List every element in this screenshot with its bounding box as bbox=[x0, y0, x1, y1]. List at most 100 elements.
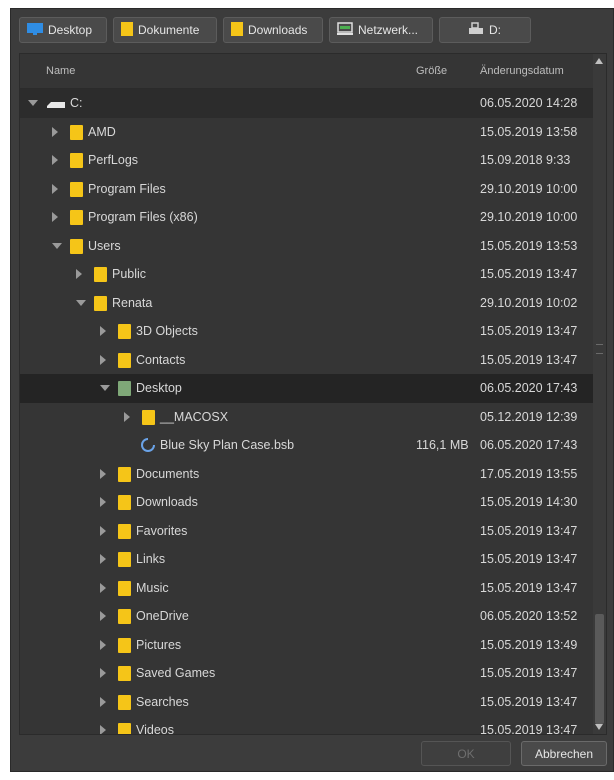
folder-icon bbox=[70, 153, 83, 168]
expand-arrow-icon[interactable] bbox=[28, 100, 38, 106]
collapse-arrow-icon[interactable] bbox=[52, 183, 58, 194]
item-name: Contacts bbox=[136, 352, 186, 367]
folder-row[interactable]: Program Files 29.10.2019 10:00 bbox=[20, 175, 606, 204]
folder-row[interactable]: Links 15.05.2019 13:47 bbox=[20, 545, 606, 574]
column-header: Name Größe Änderungsdatum bbox=[20, 54, 606, 89]
shortcut-dokumente-button[interactable]: Dokumente bbox=[113, 17, 217, 43]
folder-row[interactable]: AMD 15.05.2019 13:58 bbox=[20, 118, 606, 147]
folder-icon bbox=[118, 466, 131, 482]
shortcut-downloads-button[interactable]: Downloads bbox=[223, 17, 323, 43]
folder-row[interactable]: OneDrive 06.05.2020 13:52 bbox=[20, 602, 606, 631]
collapse-arrow-icon[interactable] bbox=[100, 696, 106, 707]
shortcut-bar: Desktop Dokumente Downloads Netzwerk... … bbox=[19, 17, 531, 45]
cancel-button[interactable]: Abbrechen bbox=[521, 741, 607, 766]
desktop-icon bbox=[26, 22, 44, 39]
collapse-arrow-icon[interactable] bbox=[100, 639, 106, 650]
scroll-up-arrow-icon[interactable] bbox=[595, 58, 603, 64]
expand-arrow-icon[interactable] bbox=[100, 385, 110, 391]
folder-row[interactable]: __MACOSX 05.12.2019 12:39 bbox=[20, 403, 606, 432]
folder-row[interactable]: Users 15.05.2019 13:53 bbox=[20, 232, 606, 261]
collapse-arrow-icon[interactable] bbox=[52, 212, 58, 222]
item-name: Renata bbox=[112, 295, 153, 310]
folder-row[interactable]: 3D Objects 15.05.2019 13:47 bbox=[20, 317, 606, 346]
collapse-arrow-icon[interactable] bbox=[100, 326, 106, 336]
collapse-arrow-icon[interactable] bbox=[100, 554, 106, 564]
folder-icon bbox=[118, 523, 131, 539]
item-name: Public bbox=[112, 267, 147, 281]
collapse-arrow-icon[interactable] bbox=[52, 155, 58, 165]
collapse-arrow-icon[interactable] bbox=[52, 126, 58, 137]
scroll-thumb[interactable] bbox=[595, 614, 604, 724]
folder-row[interactable]: Program Files (x86) 29.10.2019 10:00 bbox=[20, 203, 606, 232]
file-tree-list[interactable]: Name Größe Änderungsdatum C: 06.05.2020 1… bbox=[19, 53, 607, 735]
collapse-arrow-icon[interactable] bbox=[100, 497, 106, 507]
column-date-header[interactable]: Änderungsdatum bbox=[480, 65, 564, 77]
item-name: AMD bbox=[88, 124, 116, 139]
folder-icon bbox=[118, 580, 131, 596]
folder-row[interactable]: Pictures 15.05.2019 13:49 bbox=[20, 631, 606, 660]
folder-row[interactable]: Renata 29.10.2019 10:02 bbox=[20, 289, 606, 318]
network-icon bbox=[336, 21, 354, 39]
collapse-arrow-icon[interactable] bbox=[124, 411, 130, 422]
file-row[interactable]: Blue Sky Plan Case.bsb 116,1 MB 06.05.2020… bbox=[20, 431, 606, 460]
item-date: 15.05.2019 13:49 bbox=[480, 637, 578, 652]
scroll-down-arrow-icon[interactable] bbox=[595, 724, 603, 730]
folder-icon bbox=[118, 381, 131, 396]
folder-row[interactable]: Saved Games 15.05.2019 13:47 bbox=[20, 659, 606, 688]
drive-row[interactable]: C: 06.05.2020 14:28 bbox=[20, 89, 606, 118]
column-name-header[interactable]: Name bbox=[46, 65, 75, 77]
item-name: PerfLogs bbox=[88, 153, 139, 167]
folder-row[interactable]: Downloads 15.05.2019 14:30 bbox=[20, 488, 606, 517]
expand-arrow-icon[interactable] bbox=[76, 299, 86, 306]
item-date: 15.05.2019 13:47 bbox=[480, 267, 578, 281]
vertical-scrollbar[interactable] bbox=[593, 54, 606, 734]
item-size: 116,1 MB bbox=[416, 438, 469, 452]
folder-icon bbox=[118, 666, 131, 681]
expand-arrow-icon[interactable] bbox=[52, 242, 62, 249]
collapse-arrow-icon[interactable] bbox=[100, 354, 106, 365]
collapse-arrow-icon[interactable] bbox=[100, 582, 106, 593]
folder-row[interactable]: Videos 15.05.2019 13:47 bbox=[20, 716, 606, 734]
tree-rows: C: 06.05.2020 14:28 AMD 15.05.2019 13:58 Per… bbox=[20, 89, 606, 734]
collapse-arrow-icon[interactable] bbox=[100, 468, 106, 479]
item-name: Pictures bbox=[136, 637, 182, 652]
item-date: 15.05.2019 14:30 bbox=[480, 495, 578, 509]
collapse-arrow-icon[interactable] bbox=[100, 525, 106, 536]
collapse-arrow-icon[interactable] bbox=[100, 611, 106, 621]
collapse-arrow-icon[interactable] bbox=[76, 269, 82, 279]
folder-icon bbox=[118, 637, 131, 653]
column-size-header[interactable]: Größe bbox=[416, 65, 447, 77]
folder-row[interactable]: Public 15.05.2019 13:47 bbox=[20, 260, 606, 289]
shortcut-network-button[interactable]: Netzwerk... bbox=[329, 17, 433, 43]
folder-icon bbox=[118, 495, 131, 510]
item-date: 15.05.2019 13:53 bbox=[480, 238, 578, 253]
item-name: OneDrive bbox=[136, 609, 189, 623]
item-date: 06.05.2020 17:43 bbox=[480, 438, 578, 452]
ok-button[interactable]: OK bbox=[421, 741, 511, 766]
shortcut-drive-d-button[interactable]: D: bbox=[439, 17, 531, 43]
shortcut-label: Desktop bbox=[48, 23, 93, 37]
item-name: Searches bbox=[136, 694, 189, 709]
folder-icon bbox=[120, 21, 134, 40]
shortcut-label: D: bbox=[489, 23, 501, 37]
item-name: Blue Sky Plan Case.bsb bbox=[160, 438, 295, 452]
folder-icon bbox=[70, 238, 83, 254]
item-date: 15.05.2019 13:58 bbox=[480, 124, 578, 139]
shortcut-desktop-button[interactable]: Desktop bbox=[19, 17, 107, 43]
item-name: Downloads bbox=[136, 495, 198, 509]
folder-row[interactable]: PerfLogs 15.09.2018 9:33 bbox=[20, 146, 606, 175]
folder-row[interactable]: Documents 17.05.2019 13:55 bbox=[20, 460, 606, 489]
item-date: 05.12.2019 12:39 bbox=[480, 409, 578, 424]
folder-row[interactable]: Favorites 15.05.2019 13:47 bbox=[20, 517, 606, 546]
folder-row[interactable]: Searches 15.05.2019 13:47 bbox=[20, 688, 606, 717]
item-date: 15.05.2019 13:47 bbox=[480, 552, 578, 566]
folder-row[interactable]: Contacts 15.05.2019 13:47 bbox=[20, 346, 606, 375]
item-date: 29.10.2019 10:02 bbox=[480, 295, 578, 310]
folder-row[interactable]: Music 15.05.2019 13:47 bbox=[20, 574, 606, 603]
folder-icon bbox=[118, 694, 131, 710]
folder-row[interactable]: Desktop 06.05.2020 17:43 bbox=[20, 374, 606, 403]
collapse-arrow-icon[interactable] bbox=[100, 668, 106, 678]
folder-icon bbox=[118, 609, 131, 624]
folder-icon bbox=[70, 210, 83, 225]
collapse-arrow-icon[interactable] bbox=[100, 725, 106, 734]
